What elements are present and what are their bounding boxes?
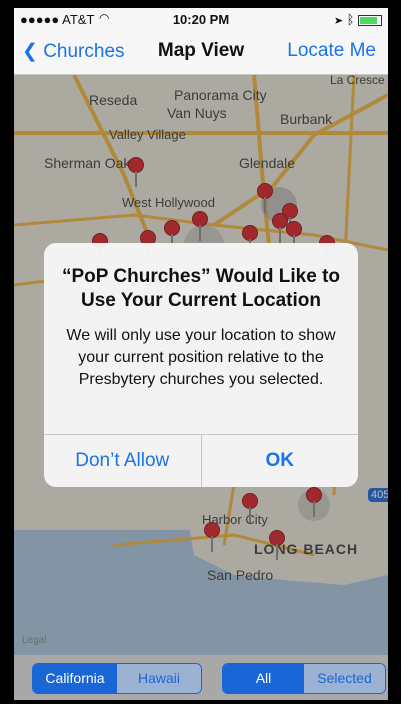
dont-allow-button[interactable]: Don’t Allow	[44, 435, 201, 487]
segment-all[interactable]: All	[223, 664, 304, 693]
battery-icon	[358, 15, 382, 27]
status-right: ➤ ᛒ	[335, 12, 382, 27]
phone-screen: ●●●●● AT&T ◠ 10:20 PM ➤ ᛒ ❮ Churches Map…	[14, 8, 388, 700]
segment-california[interactable]: California	[33, 664, 117, 693]
region-segmented-control: California Hawaii	[32, 663, 202, 694]
status-bar: ●●●●● AT&T ◠ 10:20 PM ➤ ᛒ	[14, 8, 388, 30]
location-permission-alert: “PoP Churches” Would Like to Use Your Cu…	[44, 243, 358, 487]
segment-hawaii[interactable]: Hawaii	[117, 664, 201, 693]
location-arrow-icon: ➤	[335, 12, 343, 27]
alert-message: We will only use your location to show y…	[66, 327, 336, 388]
bluetooth-icon: ᛒ	[346, 12, 355, 27]
locate-me-button[interactable]: Locate Me	[287, 40, 376, 62]
navigation-bar: ❮ Churches Map View Locate Me	[14, 30, 388, 75]
filter-segmented-control: All Selected	[222, 663, 386, 694]
segment-selected[interactable]: Selected	[304, 664, 385, 693]
ok-button[interactable]: OK	[200, 435, 359, 487]
alert-button-row: Don’t Allow OK	[44, 434, 358, 487]
alert-title: “PoP Churches” Would Like to Use Your Cu…	[62, 266, 340, 311]
bottom-toolbar: California Hawaii All Selected	[14, 655, 388, 700]
clock: 10:20 PM	[172, 12, 230, 27]
